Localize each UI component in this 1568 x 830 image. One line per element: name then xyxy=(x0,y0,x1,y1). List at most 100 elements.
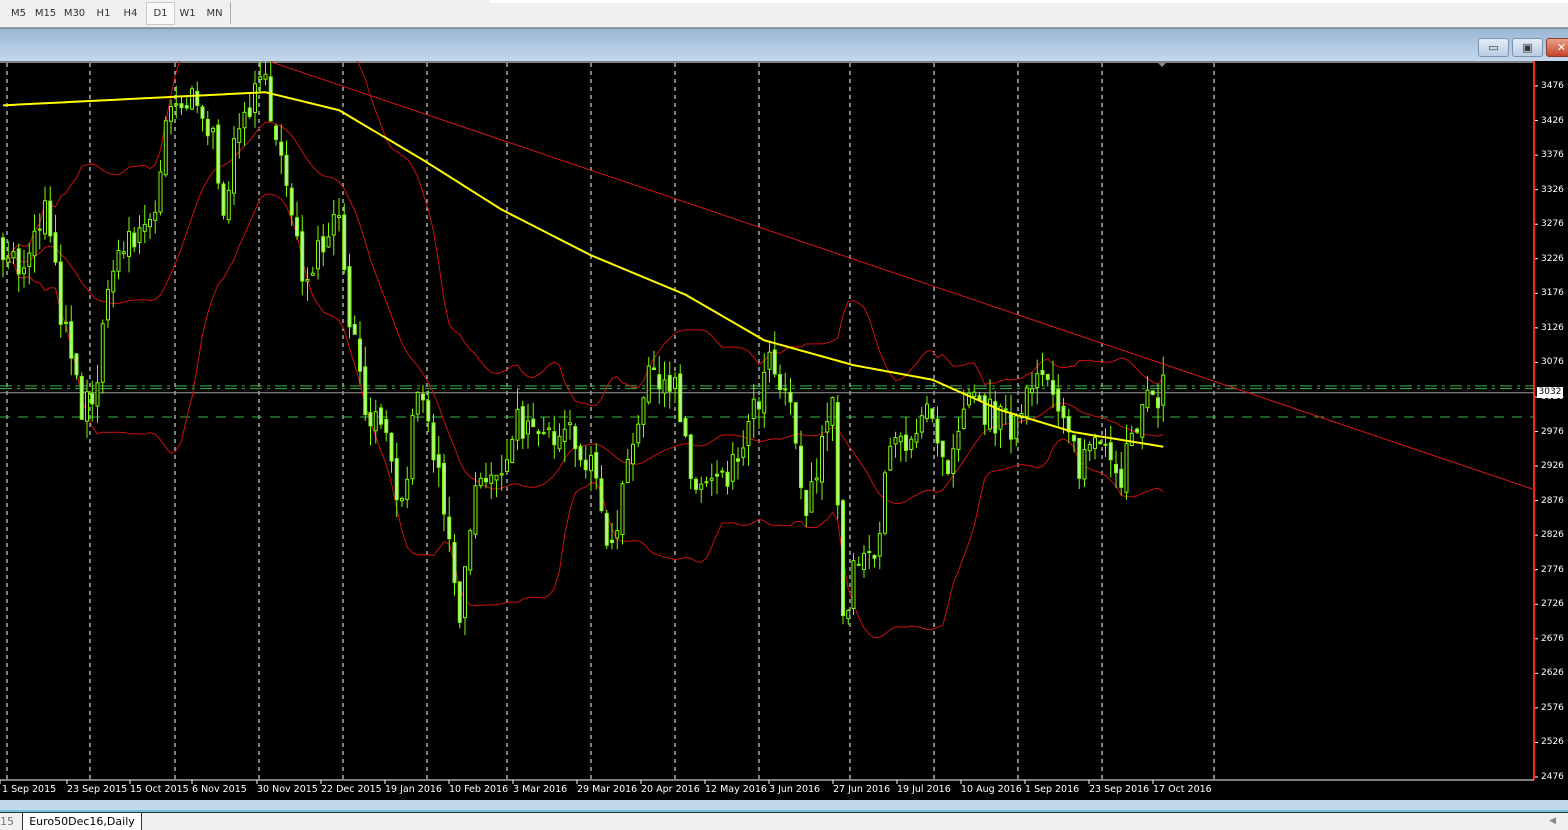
candle-body xyxy=(142,223,147,232)
candle-body xyxy=(484,477,488,483)
candle-body xyxy=(1087,443,1092,452)
candle-body xyxy=(909,438,914,451)
candle-body xyxy=(394,458,399,501)
price-axis-label: 2726 xyxy=(1541,599,1564,610)
price-axis-label: 2926 xyxy=(1541,461,1564,472)
horizontal-scrollbar[interactable] xyxy=(0,800,1568,812)
candle-body xyxy=(247,107,252,117)
tab-previous-chart[interactable]: 15 xyxy=(0,813,18,830)
candle-body xyxy=(688,434,693,479)
candle-body xyxy=(179,103,184,109)
candle-body xyxy=(772,349,777,375)
candle-body xyxy=(583,459,588,471)
candle-body xyxy=(746,421,751,447)
time-axis-label: 27 Jun 2016 xyxy=(833,784,891,795)
candle-body xyxy=(667,375,672,392)
candle-body xyxy=(652,367,656,371)
candle-body xyxy=(242,111,247,129)
candle-body xyxy=(515,408,520,441)
candle-body xyxy=(431,422,436,461)
price-chart[interactable]: 3476342633763326327632263176312630763026… xyxy=(0,61,1568,800)
candle-body xyxy=(263,73,268,80)
candle-body xyxy=(494,474,499,481)
tab-scroll-left-icon[interactable]: ◀ xyxy=(1549,813,1556,830)
candle-body xyxy=(709,477,714,481)
candle-body xyxy=(221,183,226,216)
price-axis-label: 3076 xyxy=(1541,357,1564,368)
candle-body xyxy=(53,232,58,263)
candle-body xyxy=(226,189,231,221)
candle-body xyxy=(452,541,457,584)
price-axis-label: 2626 xyxy=(1541,668,1564,679)
candle-body xyxy=(893,437,898,445)
candle-body xyxy=(463,566,467,619)
candle-body xyxy=(972,391,977,397)
timeframe-d1[interactable]: D1 xyxy=(146,2,175,25)
moving-average-line xyxy=(2,91,1164,448)
trendline xyxy=(270,61,1537,491)
candle-body xyxy=(526,420,530,435)
price-axis-label: 2776 xyxy=(1541,564,1564,575)
candle-body xyxy=(368,412,373,427)
candle-body xyxy=(536,431,541,435)
candle-body xyxy=(904,434,908,451)
chart-window-titlebar: ▭ ▣ ✕ xyxy=(0,28,1568,61)
candle-body xyxy=(610,539,614,543)
candle-body xyxy=(820,435,824,483)
timeframe-m30[interactable]: M30 xyxy=(61,3,88,24)
candle-body xyxy=(1077,437,1082,479)
price-axis-label: 2526 xyxy=(1541,737,1564,748)
time-axis-label: 12 May 2016 xyxy=(705,784,767,795)
candle-body xyxy=(258,76,263,81)
candle-body xyxy=(951,448,956,474)
candle-body xyxy=(625,458,630,484)
candle-body xyxy=(22,267,26,275)
candle-body xyxy=(111,270,116,293)
candle-body xyxy=(620,483,625,535)
candle-body xyxy=(64,321,68,324)
candle-body xyxy=(778,374,782,390)
timeframe-h1[interactable]: H1 xyxy=(90,3,117,24)
candle-body xyxy=(153,211,158,221)
candle-body xyxy=(1061,405,1066,419)
candle-body xyxy=(163,120,168,176)
candle-body xyxy=(505,459,509,472)
candle-body xyxy=(11,251,16,259)
candle-body xyxy=(473,485,478,535)
minimize-button[interactable]: ▭ xyxy=(1478,38,1509,57)
candle-body xyxy=(657,374,662,390)
candle-body xyxy=(1014,415,1019,440)
candle-body xyxy=(342,214,347,270)
candle-body xyxy=(846,609,851,620)
candle-body xyxy=(599,478,604,512)
chart-shift-marker-icon xyxy=(1158,63,1166,67)
candle-body xyxy=(736,458,740,462)
candle-body xyxy=(851,560,856,609)
candle-body xyxy=(48,200,53,237)
candle-body xyxy=(468,530,473,571)
candle-body xyxy=(641,397,646,425)
restore-button[interactable]: ▣ xyxy=(1512,38,1543,57)
candle-body xyxy=(604,512,609,546)
candle-body xyxy=(631,443,635,465)
candle-body xyxy=(478,477,483,487)
close-button[interactable]: ✕ xyxy=(1546,38,1568,57)
timeframe-m15[interactable]: M15 xyxy=(32,3,59,24)
tab-euro50dec16-daily[interactable]: Euro50Dec16,Daily xyxy=(22,813,142,830)
candle-body xyxy=(573,426,578,450)
bollinger-upper-band xyxy=(2,61,1164,406)
candle-body xyxy=(95,382,100,407)
timeframe-w1[interactable]: W1 xyxy=(174,3,201,24)
candle-body xyxy=(116,249,121,272)
candle-body xyxy=(956,430,961,451)
price-axis-label: 2676 xyxy=(1541,633,1564,644)
timeframe-mn[interactable]: MN xyxy=(201,3,228,24)
timeframe-h4[interactable]: H4 xyxy=(117,3,144,24)
timeframe-m5[interactable]: M5 xyxy=(5,3,32,24)
candle-body xyxy=(27,252,32,267)
candle-body xyxy=(6,257,11,263)
candle-body xyxy=(1045,373,1050,380)
candle-body xyxy=(384,418,389,433)
candle-body xyxy=(331,214,336,236)
current-price-label: 3032 xyxy=(1537,387,1563,398)
